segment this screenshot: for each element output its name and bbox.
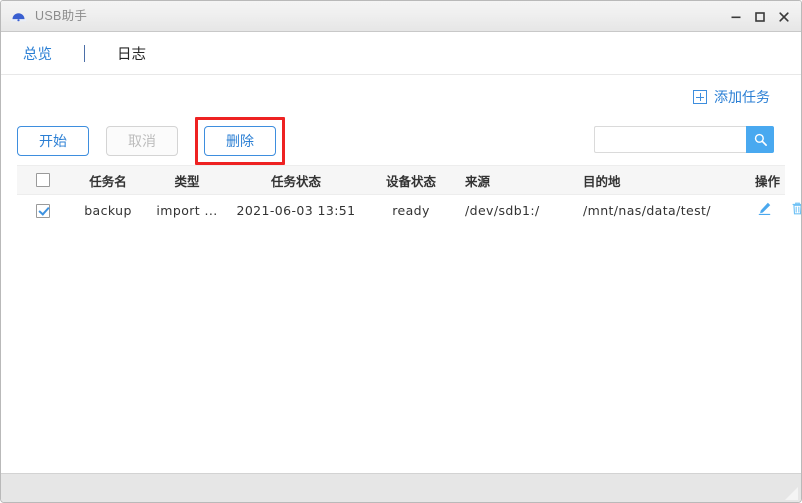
- task-table: 任务名 类型 任务状态 设备状态 来源 目的地 操作 backup import…: [17, 165, 785, 225]
- tab-log[interactable]: 日志: [113, 43, 150, 64]
- cell-task-name: backup: [69, 195, 147, 226]
- column-header-task-name: 任务名: [69, 166, 147, 195]
- plus-box-icon: [693, 90, 707, 104]
- cell-source: /dev/sdb1:/: [457, 195, 575, 226]
- select-all-checkbox[interactable]: [36, 173, 50, 187]
- column-header-type: 类型: [147, 166, 227, 195]
- add-task-button[interactable]: 添加任务: [693, 87, 770, 107]
- cell-actions: [747, 195, 785, 226]
- search-box: [594, 126, 774, 153]
- titlebar: USB助手: [1, 1, 801, 32]
- delete-button-highlight: 删除: [195, 117, 285, 165]
- cell-device-status: ready: [365, 195, 457, 226]
- content-area: 添加任务 开始 取消 删除: [1, 75, 801, 473]
- usb-assistant-window: USB助手 总览 日志 添加任务 开始 取: [0, 0, 802, 503]
- trash-icon[interactable]: [790, 201, 802, 216]
- close-icon[interactable]: [773, 6, 795, 28]
- window-controls: [725, 1, 795, 32]
- maximize-icon[interactable]: [749, 6, 771, 28]
- tab-divider: [84, 45, 85, 62]
- search-input[interactable]: [594, 126, 746, 153]
- pencil-icon[interactable]: [757, 201, 772, 216]
- column-header-task-status: 任务状态: [227, 166, 365, 195]
- add-task-row: 添加任务: [17, 75, 785, 119]
- statusbar: [1, 473, 801, 502]
- tabbar: 总览 日志: [1, 32, 801, 75]
- table-row[interactable]: backup import ... 2021-06-03 13:51 ready…: [17, 195, 785, 226]
- usb-cap-icon: [10, 8, 27, 25]
- window-title: USB助手: [35, 1, 87, 32]
- column-header-action: 操作: [747, 166, 785, 195]
- resize-grip-icon[interactable]: [785, 487, 798, 500]
- row-checkbox[interactable]: [36, 204, 50, 218]
- cell-destination: /mnt/nas/data/test/: [575, 195, 747, 226]
- column-header-source: 来源: [457, 166, 575, 195]
- row-select-cell: [17, 195, 69, 226]
- search-icon[interactable]: [746, 126, 774, 153]
- cancel-button: 取消: [106, 126, 178, 156]
- start-button[interactable]: 开始: [17, 126, 89, 156]
- minimize-icon[interactable]: [725, 6, 747, 28]
- add-task-label: 添加任务: [714, 87, 770, 107]
- cell-type: import ...: [147, 195, 227, 226]
- tab-overview[interactable]: 总览: [19, 43, 56, 64]
- cell-task-status: 2021-06-03 13:51: [227, 195, 365, 226]
- delete-button[interactable]: 删除: [204, 126, 276, 156]
- column-header-device-status: 设备状态: [365, 166, 457, 195]
- column-header-destination: 目的地: [575, 166, 747, 195]
- select-all-header: [17, 166, 69, 195]
- table-header-row: 任务名 类型 任务状态 设备状态 来源 目的地 操作: [17, 166, 785, 195]
- toolbar: 开始 取消 删除: [17, 119, 785, 163]
